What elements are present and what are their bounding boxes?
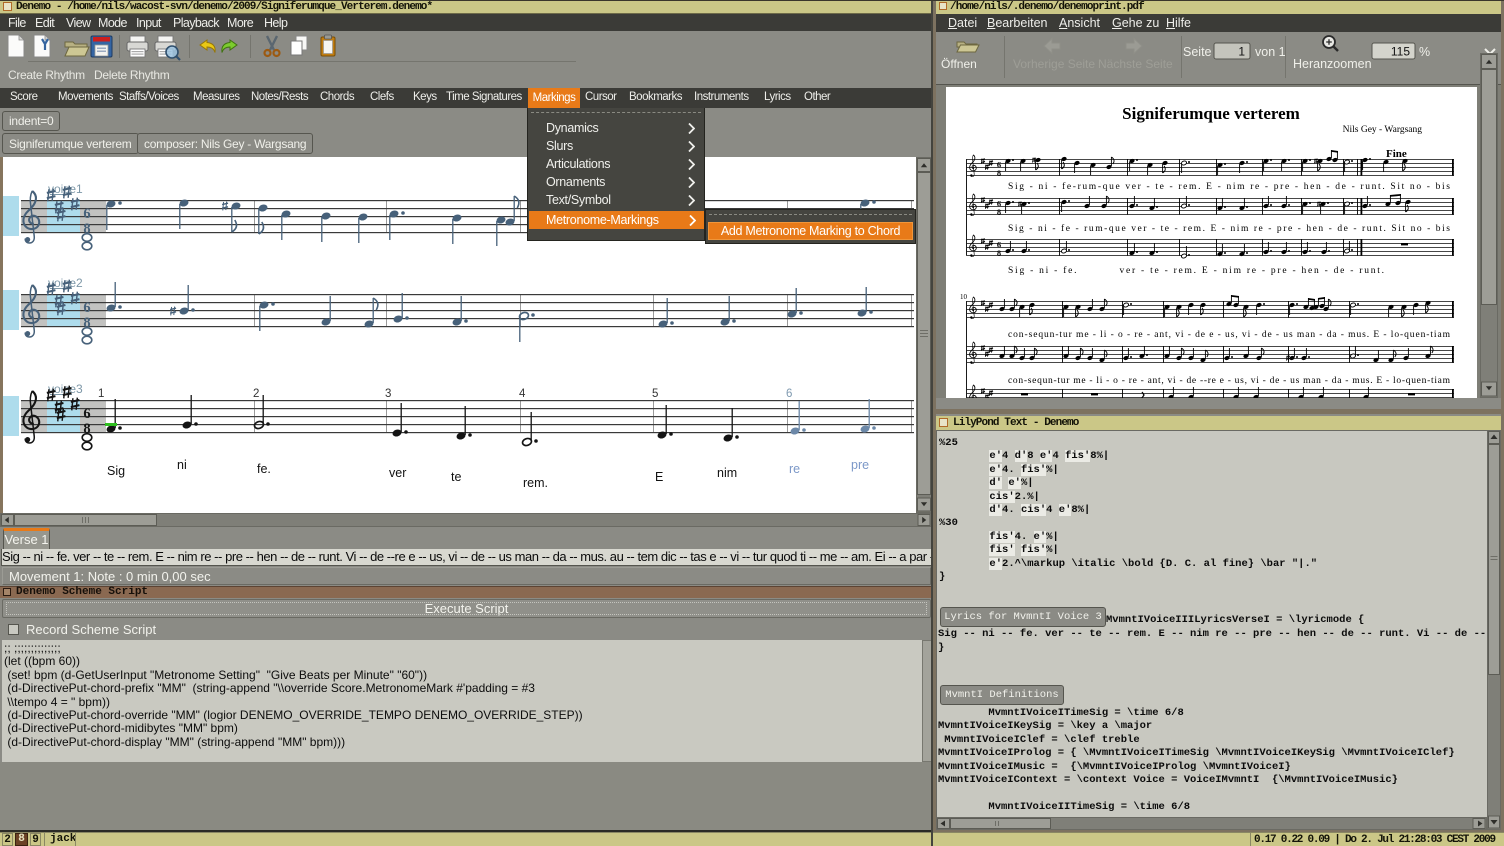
- svg-text:%: %: [1419, 45, 1430, 59]
- svg-text:Nächste Seite: Nächste Seite: [1098, 57, 1173, 71]
- svg-text:Fine: Fine: [1386, 148, 1407, 160]
- svg-text:6: 6: [83, 300, 90, 316]
- svg-text:115: 115: [1391, 45, 1410, 59]
- svg-text:Sig - ni - fe - rum-que ve: Sig - ni - fe - rum-que ver - te - rem. …: [1008, 223, 1450, 234]
- svg-text:1: 1: [1238, 45, 1245, 59]
- svg-text:3: 3: [385, 388, 391, 400]
- svg-text:10: 10: [960, 293, 968, 301]
- svg-text:ni: ni: [177, 458, 187, 472]
- svg-text:con-sequn-tur me - li - o - re: con-sequn-tur me - li - o - re - ant, vi…: [1008, 376, 1451, 386]
- svg-text:con-sequn-tur me - li - o - re: con-sequn-tur me - li - o - re - ant, vi…: [1008, 330, 1451, 340]
- svg-text:1: 1: [98, 388, 104, 400]
- svg-text:5: 5: [652, 388, 658, 400]
- svg-text:te: te: [451, 470, 461, 484]
- svg-text:E: E: [655, 470, 663, 484]
- svg-text:Öffnen: Öffnen: [941, 57, 977, 71]
- svg-text:6: 6: [83, 206, 90, 222]
- svg-text:fe.: fe.: [257, 462, 271, 476]
- svg-text:8: 8: [997, 248, 1001, 258]
- svg-text:re: re: [789, 462, 800, 476]
- svg-text:2: 2: [253, 388, 259, 400]
- svg-text:rem.: rem.: [523, 476, 548, 490]
- svg-text:Seite: Seite: [1183, 45, 1212, 59]
- svg-text:Vorherige Seite: Vorherige Seite: [1013, 57, 1095, 71]
- svg-text:Signiferumque verterem: Signiferumque verterem: [1122, 104, 1300, 123]
- svg-text:Sig - ni - fe-rum-que ver -: Sig - ni - fe-rum-que ver - te - rem. E …: [1008, 181, 1450, 192]
- svg-text:nim: nim: [717, 466, 737, 480]
- svg-text:Nils Gey - Wargsang: Nils Gey - Wargsang: [1343, 125, 1423, 135]
- svg-text:ver: ver: [389, 466, 406, 480]
- svg-text:pre: pre: [851, 458, 869, 472]
- svg-text:von 1: von 1: [1255, 45, 1286, 59]
- svg-text:6: 6: [83, 406, 90, 422]
- svg-text:8: 8: [997, 168, 1001, 178]
- svg-text:8: 8: [997, 207, 1001, 217]
- svg-text:Sig: Sig: [107, 464, 125, 478]
- svg-text:Sig - ni - fe. ve: Sig - ni - fe. ver - te - rem. E - nim r…: [1008, 265, 1384, 276]
- svg-text:Heranzoomen: Heranzoomen: [1293, 57, 1372, 71]
- svg-text:6: 6: [786, 388, 792, 400]
- svg-text:4: 4: [519, 388, 526, 400]
